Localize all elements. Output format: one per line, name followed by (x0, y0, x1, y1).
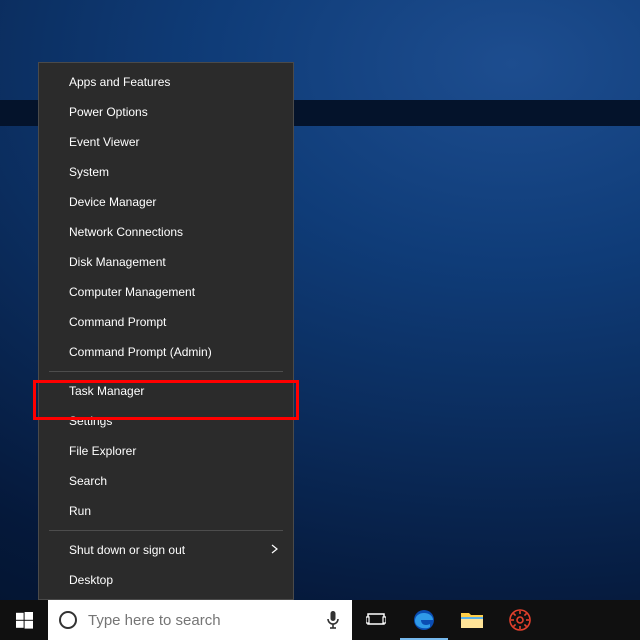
winx-item-label: Computer Management (69, 285, 195, 299)
winx-item-label: Device Manager (69, 195, 156, 209)
winx-item-event-viewer[interactable]: Event Viewer (39, 127, 293, 157)
winx-item-label: Command Prompt (Admin) (69, 345, 212, 359)
winx-item-file-explorer[interactable]: File Explorer (39, 436, 293, 466)
search-input[interactable] (88, 600, 314, 640)
winx-item-label: Network Connections (69, 225, 183, 239)
search-box[interactable] (48, 600, 352, 640)
gear-badge-icon (509, 609, 531, 631)
chevron-right-icon (271, 543, 279, 557)
winx-item-search[interactable]: Search (39, 466, 293, 496)
taskbar (0, 600, 640, 640)
cortana-icon (48, 610, 88, 630)
winx-menu: Apps and Features Power Options Event Vi… (38, 62, 294, 600)
microphone-icon[interactable] (314, 610, 352, 630)
winx-item-power-options[interactable]: Power Options (39, 97, 293, 127)
winx-item-apps-and-features[interactable]: Apps and Features (39, 67, 293, 97)
winx-item-task-manager[interactable]: Task Manager (39, 376, 293, 406)
winx-item-label: Power Options (69, 105, 148, 119)
taskbar-app-edge[interactable] (400, 600, 448, 640)
winx-item-device-manager[interactable]: Device Manager (39, 187, 293, 217)
winx-item-label: Shut down or sign out (69, 543, 185, 557)
taskbar-pinned-apps (352, 600, 544, 640)
winx-item-command-prompt-admin[interactable]: Command Prompt (Admin) (39, 337, 293, 367)
winx-separator (49, 371, 283, 372)
winx-item-label: Task Manager (69, 384, 144, 398)
file-explorer-icon (460, 610, 484, 630)
winx-item-label: Search (69, 474, 107, 488)
taskbar-app-file-explorer[interactable] (448, 600, 496, 640)
winx-item-shut-down-or-sign-out[interactable]: Shut down or sign out (39, 535, 293, 565)
winx-item-label: Run (69, 504, 91, 518)
taskbar-app-generic[interactable] (496, 600, 544, 640)
task-view-button[interactable] (352, 600, 400, 640)
winx-item-desktop[interactable]: Desktop (39, 565, 293, 595)
windows-icon (16, 612, 33, 629)
winx-separator (49, 530, 283, 531)
winx-item-network-connections[interactable]: Network Connections (39, 217, 293, 247)
winx-item-settings[interactable]: Settings (39, 406, 293, 436)
winx-item-label: File Explorer (69, 444, 136, 458)
winx-item-label: Command Prompt (69, 315, 166, 329)
edge-icon (412, 608, 436, 632)
winx-item-system[interactable]: System (39, 157, 293, 187)
winx-item-label: Desktop (69, 573, 113, 587)
winx-item-disk-management[interactable]: Disk Management (39, 247, 293, 277)
winx-item-label: Apps and Features (69, 75, 170, 89)
winx-item-computer-management[interactable]: Computer Management (39, 277, 293, 307)
winx-item-label: Event Viewer (69, 135, 139, 149)
winx-item-command-prompt[interactable]: Command Prompt (39, 307, 293, 337)
winx-item-label: Settings (69, 414, 112, 428)
winx-item-label: System (69, 165, 109, 179)
task-view-icon (366, 612, 386, 628)
winx-item-label: Disk Management (69, 255, 166, 269)
winx-item-run[interactable]: Run (39, 496, 293, 526)
start-button[interactable] (0, 600, 48, 640)
